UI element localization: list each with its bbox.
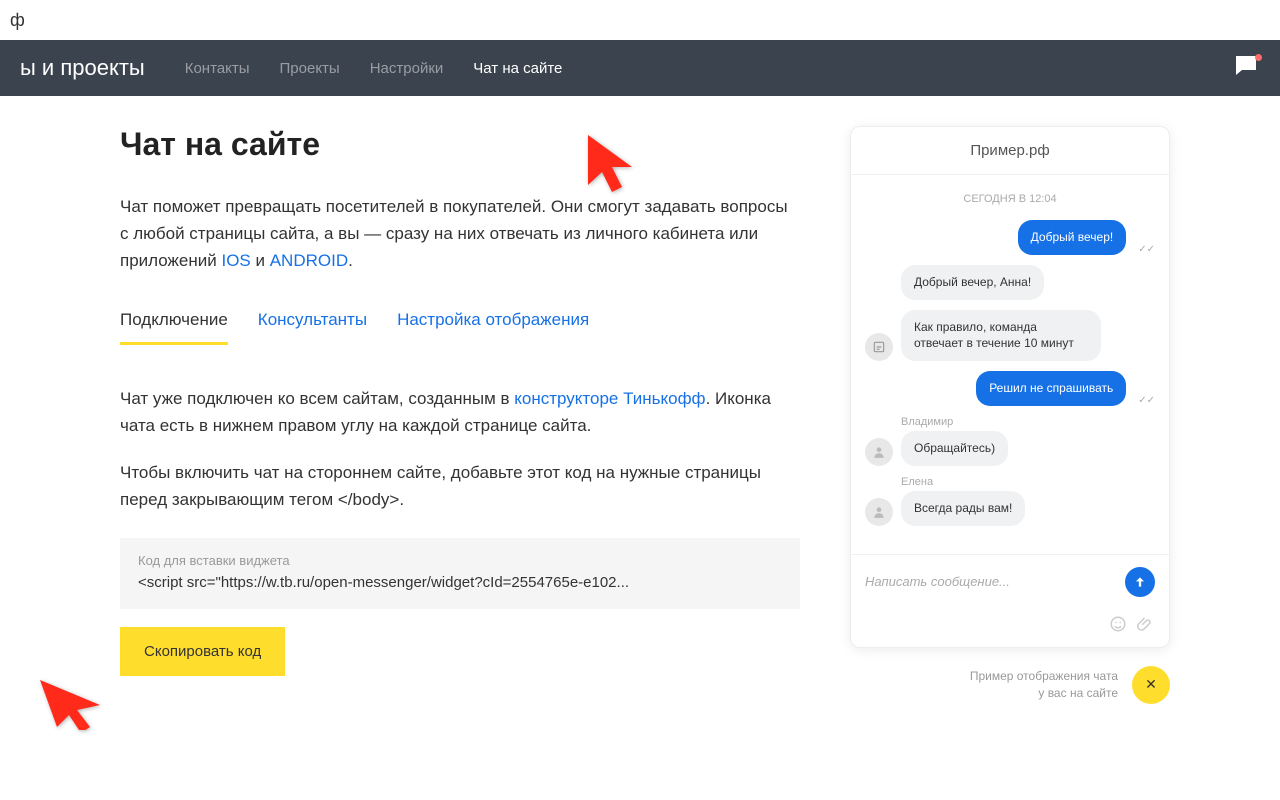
chat-message: Всегда рады вам! [865, 491, 1155, 526]
code-label: Код для вставки виджета [138, 553, 782, 568]
p1-before: Чат уже подключен ко всем сайтам, создан… [120, 389, 514, 408]
main-container: Чат на сайте Чат поможет превращать посе… [0, 96, 1280, 734]
top-bar: ф [0, 0, 1280, 40]
intro-mid: и [251, 251, 270, 270]
chat-message: Как правило, команда отвечает в течение … [865, 310, 1155, 362]
android-link[interactable]: ANDROID [270, 251, 348, 270]
notification-dot [1255, 54, 1262, 61]
read-tick-icon: ✓✓ [1138, 244, 1155, 255]
cursor-icon [35, 665, 110, 730]
chat-header: Пример.рф [851, 127, 1169, 175]
chat-input[interactable]: Написать сообщение... [865, 574, 1115, 589]
nav-links: Контакты Проекты Настройки Чат на сайте [185, 60, 563, 77]
ios-link[interactable]: IOS [221, 251, 250, 270]
nav-link-site-chat[interactable]: Чат на сайте [473, 60, 562, 77]
avatar-icon [865, 333, 893, 361]
chat-message-group: Елена Всегда рады вам! [865, 476, 1155, 526]
nav-link-contacts[interactable]: Контакты [185, 60, 250, 77]
nav-link-projects[interactable]: Проекты [280, 60, 340, 77]
nav-chat-icon[interactable] [1234, 54, 1260, 83]
avatar-icon [865, 498, 893, 526]
chat-message: Добрый вечер, Анна! [901, 265, 1155, 300]
constructor-link[interactable]: конструкторе Тинькофф [514, 389, 705, 408]
attach-icon[interactable] [1137, 615, 1155, 633]
tabs: Подключение Консультанты Настройка отобр… [120, 310, 800, 345]
emoji-icon[interactable] [1109, 615, 1127, 633]
close-chat-fab[interactable]: ✕ [1132, 666, 1170, 704]
caption-line-1: Пример отображения чата [970, 669, 1118, 683]
sender-name: Владимир [901, 416, 1155, 428]
avatar-icon [865, 438, 893, 466]
top-bar-text: ф [10, 10, 25, 31]
caption-line-2: у вас на сайте [1038, 686, 1118, 700]
chat-bubble: Добрый вечер! [1018, 220, 1127, 255]
chat-bubble: Добрый вечер, Анна! [901, 265, 1044, 300]
nav-link-settings[interactable]: Настройки [370, 60, 444, 77]
paragraph-2: Чтобы включить чат на стороннем сайте, д… [120, 459, 800, 513]
chat-bubble: Всегда рады вам! [901, 491, 1025, 526]
intro-text: Чат поможет превращать посетителей в пок… [120, 193, 800, 275]
chat-bubble: Решил не спрашивать [976, 371, 1126, 406]
chat-message: Обращайтесь) [865, 431, 1155, 466]
preview-caption: Пример отображения чата у вас на сайте [970, 668, 1118, 702]
intro-after: . [348, 251, 353, 270]
chat-bubble: Обращайтесь) [901, 431, 1008, 466]
chat-widget: Пример.рф СЕГОДНЯ В 12:04 Добрый вечер! … [850, 126, 1170, 648]
tab-consultants[interactable]: Консультанты [258, 310, 367, 345]
chat-message: Решил не спрашивать ✓✓ [865, 371, 1155, 406]
chat-preview-panel: Пример.рф СЕГОДНЯ В 12:04 Добрый вечер! … [850, 126, 1170, 704]
code-content[interactable]: <script src="https://w.tb.ru/open-messen… [138, 574, 782, 591]
chat-bubble: Как правило, команда отвечает в течение … [901, 310, 1101, 362]
read-tick-icon: ✓✓ [1138, 395, 1155, 406]
page-title: Чат на сайте [120, 126, 800, 163]
paragraph-1: Чат уже подключен ко всем сайтам, создан… [120, 385, 800, 439]
cursor-icon [580, 130, 640, 200]
chat-tools [851, 609, 1169, 647]
nav-bar: ы и проекты Контакты Проекты Настройки Ч… [0, 40, 1280, 96]
main-content: Чат на сайте Чат поможет превращать посе… [120, 126, 800, 704]
sender-name: Елена [901, 476, 1155, 488]
tab-display-settings[interactable]: Настройка отображения [397, 310, 589, 345]
nav-title: ы и проекты [20, 55, 145, 81]
chat-input-area: Написать сообщение... [851, 554, 1169, 609]
tab-connection[interactable]: Подключение [120, 310, 228, 345]
chat-message-group: Владимир Обращайтесь) [865, 416, 1155, 466]
chat-date: СЕГОДНЯ В 12:04 [865, 193, 1155, 205]
send-button[interactable] [1125, 567, 1155, 597]
code-box: Код для вставки виджета <script src="htt… [120, 538, 800, 609]
chat-body: СЕГОДНЯ В 12:04 Добрый вечер! ✓✓ Добрый … [851, 175, 1169, 554]
preview-caption-row: Пример отображения чата у вас на сайте ✕ [850, 666, 1170, 704]
copy-code-button[interactable]: Скопировать код [120, 627, 285, 676]
chat-message: Добрый вечер! ✓✓ [865, 220, 1155, 255]
